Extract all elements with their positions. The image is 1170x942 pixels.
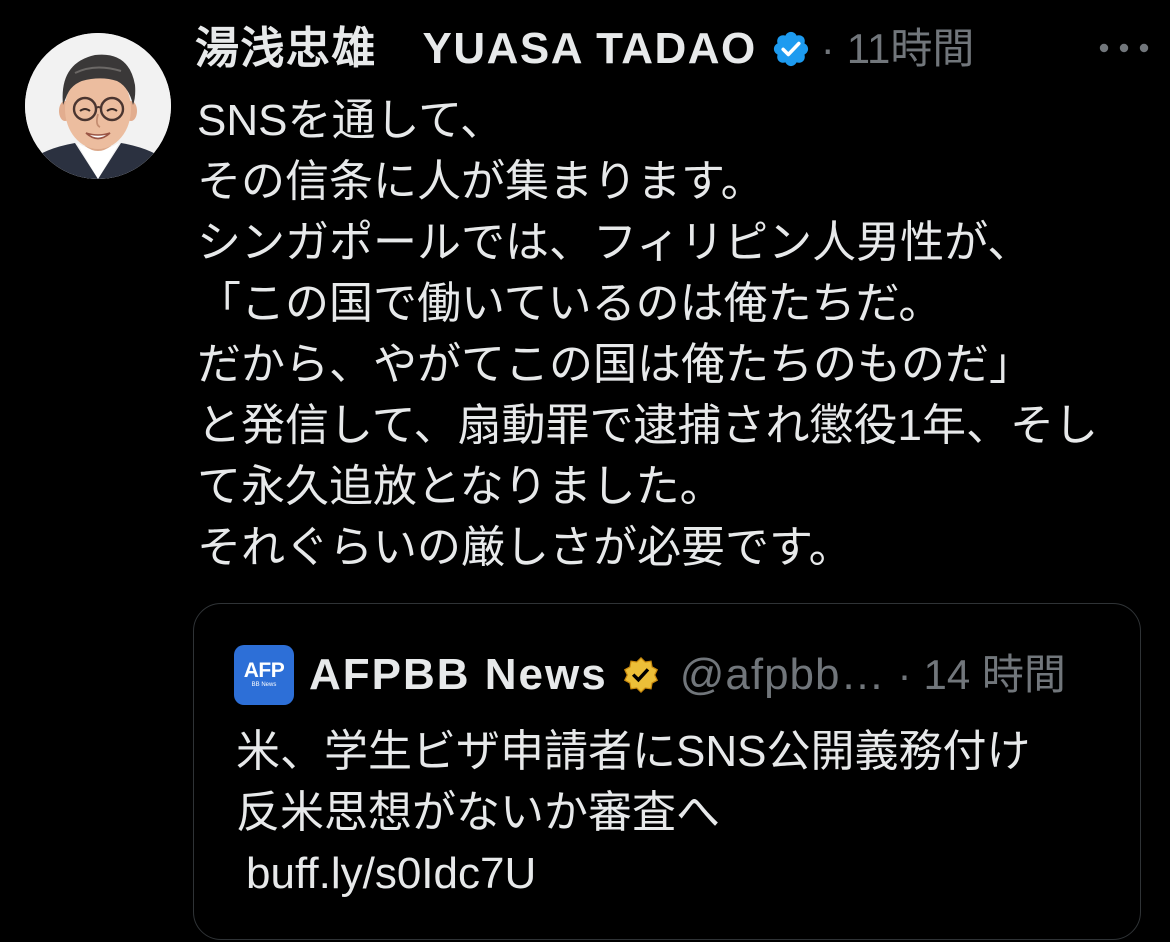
tweet[interactable]: 湯浅忠雄 YUASA TADAO · 11時間 SNSを通して、 その信条に人が… (0, 0, 1170, 942)
tweet-text-line: だから、やがてこの国は俺たちのものだ」 (197, 340, 1033, 389)
verified-badge-icon (773, 31, 808, 67)
tweet-text-line: SNSを通して、 (197, 96, 504, 145)
tweet-text-line: シンガポールでは、フィリピン人男性が、 (197, 218, 1032, 267)
header-separator: · (820, 25, 835, 72)
tweet-text-line: 「この国で働いているのは俺たちだ。 (197, 279, 943, 328)
quoted-tweet-text: 米、学生ビザ申請者にSNS公開義務付け 反米思想がないか審査へ buff.ly/… (236, 721, 1116, 904)
quoted-tweet-card[interactable]: AFP BB News AFPBB News @afpbb… · 14 時間 米… (193, 603, 1141, 940)
avatar[interactable] (25, 33, 171, 179)
avatar-photo (25, 33, 171, 179)
tweet-text-line: と発信して、扇動罪で逮捕され懲役1年、そし (197, 401, 1098, 450)
quoted-header-separator: · (897, 651, 912, 698)
tweet-text-line: て永久追放となりました。 (197, 462, 724, 511)
tweet-header: 湯浅忠雄 YUASA TADAO · 11時間 (195, 23, 1093, 75)
quoted-text-link: buff.ly/s0Idc7U (246, 849, 537, 898)
tweet-text: SNSを通して、 その信条に人が集まります。 シンガポールでは、フィリピン人男性… (197, 90, 1157, 578)
quoted-tweet-header: AFP BB News AFPBB News @afpbb… · 14 時間 (234, 644, 1114, 706)
quoted-text-line: 反米思想がないか審査へ (236, 788, 720, 837)
gold-verified-badge-icon (623, 657, 658, 693)
quoted-tweet-timestamp: 14 時間 (923, 651, 1066, 698)
tweet-text-line: その信条に人が集まります。 (197, 157, 765, 206)
tweet-timestamp[interactable]: 11時間 (847, 23, 975, 75)
author-name[interactable]: 湯浅忠雄 YUASA TADAO (195, 23, 757, 75)
afp-logo-text: AFP (243, 659, 285, 682)
quoted-text-line: 米、学生ビザ申請者にSNS公開義務付け (236, 727, 1031, 776)
afp-logo-subtext: BB News (251, 682, 277, 688)
quoted-author-handle: @afpbb… (679, 650, 886, 699)
quoted-author-name: AFPBB News (309, 650, 608, 699)
more-icon[interactable] (1096, 36, 1152, 60)
tweet-text-line: それぐらいの厳しさが必要です。 (197, 523, 853, 572)
afp-logo: AFP BB News (234, 645, 294, 705)
